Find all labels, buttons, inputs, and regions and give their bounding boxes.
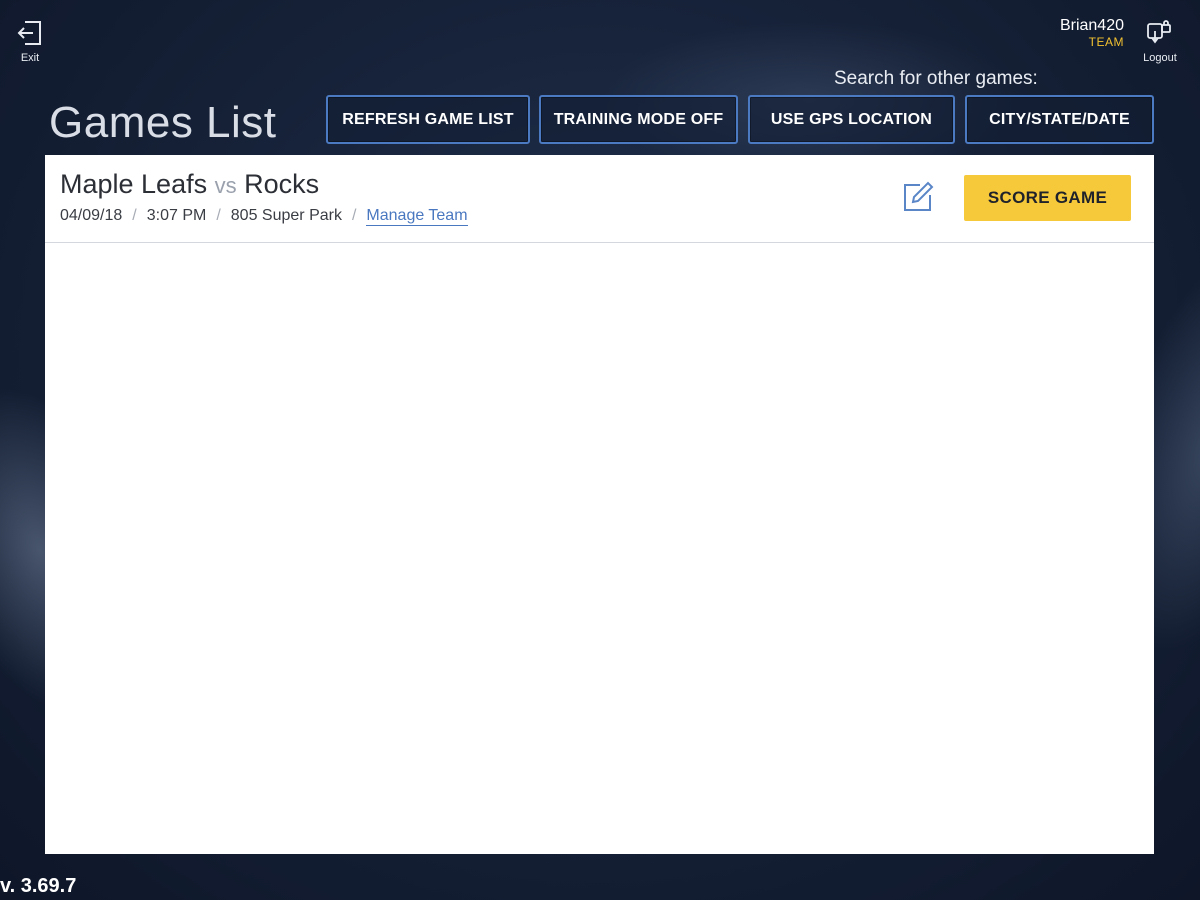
score-game-button[interactable]: SCORE GAME: [964, 175, 1131, 221]
logout-button[interactable]: Logout: [1136, 18, 1184, 64]
match-title: Maple Leafs vs Rocks: [60, 169, 319, 200]
user-role: TEAM: [1088, 35, 1124, 49]
game-date: 04/09/18: [60, 207, 123, 224]
search-label: Search for other games:: [834, 68, 1038, 89]
logout-icon: [1136, 18, 1184, 48]
exit-icon: [14, 18, 46, 48]
game-meta: 04/09/18 / 3:07 PM / 805 Super Park / Manage T…: [60, 207, 468, 226]
refresh-game-list-button[interactable]: REFRESH GAME LIST: [326, 95, 530, 144]
away-team: Rocks: [244, 169, 320, 199]
edit-icon: [900, 179, 936, 215]
training-mode-button[interactable]: TRAINING MODE OFF: [539, 95, 738, 144]
home-team: Maple Leafs: [60, 169, 208, 199]
page-title: Games List: [49, 98, 277, 147]
vs-label: vs: [214, 173, 237, 198]
games-list-panel: Maple Leafs vs Rocks 04/09/18 / 3:07 PM / 80…: [45, 155, 1154, 854]
edit-game-button[interactable]: [900, 179, 936, 215]
game-location: 805 Super Park: [230, 207, 342, 224]
separator: /: [132, 207, 137, 224]
exit-button[interactable]: Exit: [14, 18, 46, 64]
game-time: 3:07 PM: [146, 207, 207, 224]
logout-label: Logout: [1143, 52, 1177, 64]
version-label: v. 3.69.7: [0, 875, 77, 897]
separator: /: [216, 207, 221, 224]
game-row: Maple Leafs vs Rocks 04/09/18 / 3:07 PM / 80…: [45, 155, 1154, 243]
manage-team-link[interactable]: Manage Team: [366, 207, 468, 226]
city-state-date-button[interactable]: CITY/STATE/DATE: [965, 95, 1154, 144]
exit-label: Exit: [20, 52, 40, 64]
user-name: Brian420: [1059, 17, 1124, 34]
user-info: Brian420 TEAM: [1060, 17, 1124, 49]
use-gps-location-button[interactable]: USE GPS LOCATION: [748, 95, 955, 144]
separator: /: [351, 207, 357, 224]
